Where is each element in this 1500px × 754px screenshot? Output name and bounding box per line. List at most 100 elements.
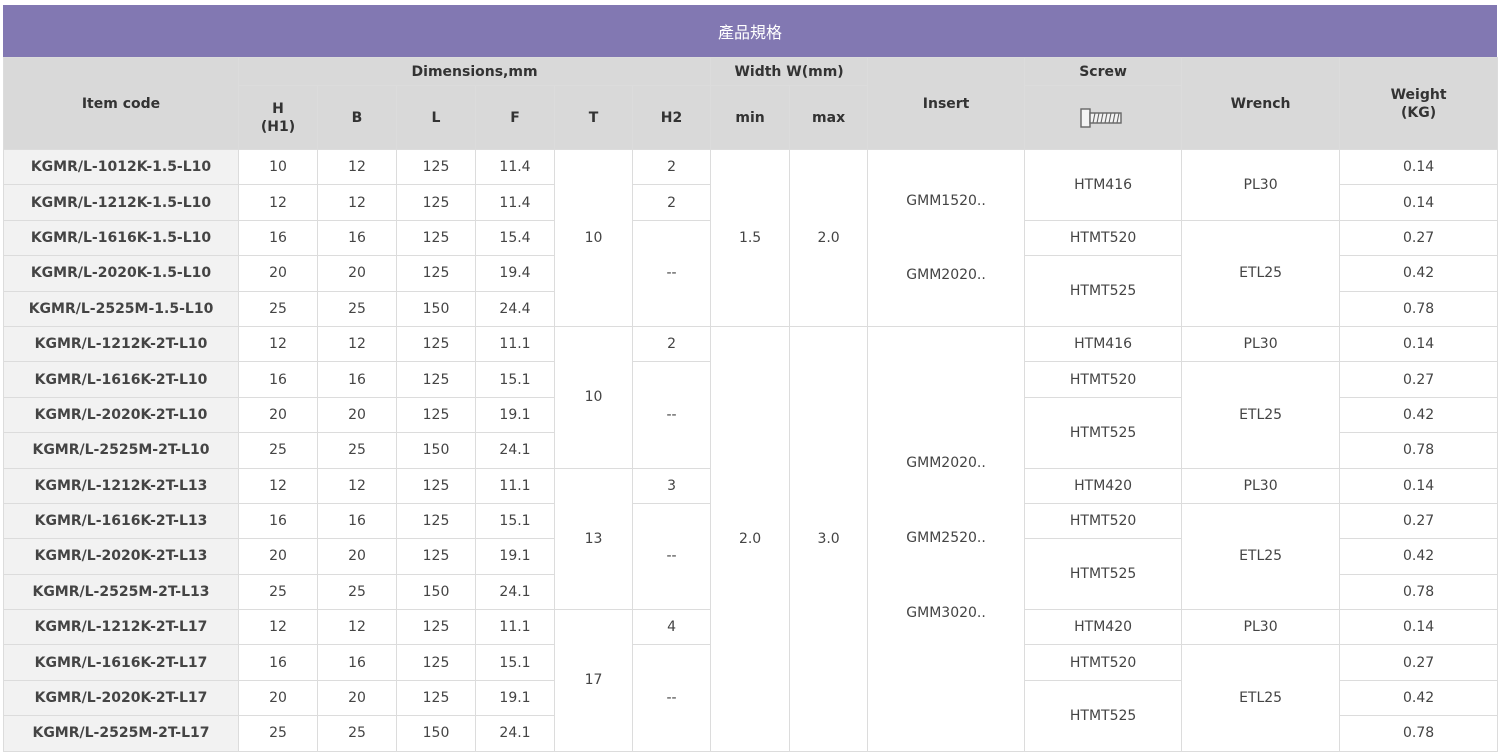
header-l: L — [396, 85, 476, 150]
cell-weight: 0.27 — [1339, 644, 1499, 681]
insert-line: GMM2020.. — [906, 266, 986, 283]
cell-weight: 0.14 — [1339, 609, 1499, 646]
cell-wrench: ETL25 — [1181, 219, 1341, 327]
cell-screw: HTMT525 — [1024, 538, 1183, 611]
cell-weight: 0.42 — [1339, 679, 1499, 717]
cell-l: 125 — [396, 609, 476, 646]
header-h-line1: H — [272, 100, 284, 117]
cell-b: 12 — [317, 609, 397, 646]
cell-l: 125 — [396, 184, 476, 221]
cell-h: 16 — [238, 361, 318, 398]
cell-h2: 2 — [631, 184, 712, 221]
cell-screw: HTM416 — [1024, 325, 1183, 363]
cell-b: 25 — [317, 290, 397, 327]
cell-f: 24.1 — [475, 432, 555, 469]
cell-b: 12 — [317, 467, 397, 504]
header-width: Width W(mm) — [710, 57, 869, 86]
insert-line: GMM1520.. — [906, 192, 986, 209]
cell-b: 12 — [317, 184, 397, 221]
header-max: max — [789, 85, 869, 150]
cell-f: 19.1 — [475, 396, 555, 434]
cell-weight: 0.14 — [1339, 148, 1499, 186]
cell-h: 12 — [238, 467, 318, 504]
cell-wrench: PL30 — [1181, 609, 1341, 646]
cell-l: 125 — [396, 219, 476, 257]
cell-l: 150 — [396, 290, 476, 327]
cell-item-code: KGMR/L-2525M-2T-L13 — [3, 573, 239, 611]
cell-l: 150 — [396, 432, 476, 469]
cell-weight: 0.14 — [1339, 467, 1499, 504]
cell-screw: HTMT520 — [1024, 644, 1183, 681]
cell-item-code: KGMR/L-1616K-2T-L13 — [3, 502, 239, 540]
cell-l: 125 — [396, 255, 476, 292]
cell-t: 10 — [554, 149, 633, 327]
header-weight-line2: (KG) — [1401, 104, 1437, 121]
cell-f: 11.1 — [475, 467, 555, 504]
header-h2: H2 — [631, 85, 712, 150]
cell-item-code: KGMR/L-2525M-2T-L10 — [3, 432, 239, 469]
cell-h2: 2 — [631, 148, 712, 186]
cell-l: 125 — [396, 325, 476, 363]
cell-f: 19.1 — [475, 679, 555, 717]
cell-item-code: KGMR/L-1616K-2T-L10 — [3, 361, 239, 398]
header-dimensions: Dimensions,mm — [237, 57, 712, 86]
cell-screw: HTMT520 — [1024, 502, 1183, 540]
cell-h: 12 — [238, 325, 318, 363]
cell-t: 10 — [554, 325, 633, 469]
header-b: B — [317, 85, 397, 150]
cell-insert: GMM1520.. GMM2020.. — [867, 149, 1026, 327]
header-t: T — [554, 85, 633, 150]
cell-f: 15.1 — [475, 361, 555, 398]
cell-h2: 4 — [631, 609, 712, 646]
cell-weight: 0.42 — [1339, 538, 1499, 575]
header-wrench: Wrench — [1181, 57, 1341, 150]
cell-b: 16 — [317, 361, 397, 398]
cell-width-min: 2.0 — [710, 325, 791, 752]
cell-weight: 0.14 — [1339, 184, 1499, 221]
cell-h: 25 — [238, 290, 318, 327]
cell-t: 13 — [554, 467, 633, 611]
cell-h: 25 — [238, 573, 318, 611]
cell-screw: HTM420 — [1024, 467, 1183, 504]
header-screw: Screw — [1024, 57, 1183, 86]
header-min: min — [710, 85, 791, 150]
cell-h: 20 — [238, 396, 318, 434]
cell-b: 25 — [317, 573, 397, 611]
header-item-code: Item code — [3, 57, 239, 150]
cell-weight: 0.78 — [1339, 715, 1499, 752]
cell-item-code: KGMR/L-2525M-1.5-L10 — [3, 290, 239, 327]
header-h-line2: (H1) — [260, 118, 296, 135]
cell-h2: -- — [631, 644, 712, 752]
cell-h2: 2 — [631, 325, 712, 363]
header-weight: Weight (KG) — [1339, 57, 1499, 150]
cell-wrench: ETL25 — [1181, 644, 1341, 752]
cell-width-max: 3.0 — [789, 325, 869, 752]
cell-b: 20 — [317, 255, 397, 292]
cell-h2: -- — [631, 502, 712, 611]
cell-screw: HTM420 — [1024, 609, 1183, 646]
insert-line: GMM2020.. — [906, 455, 986, 472]
cell-h: 12 — [238, 184, 318, 221]
insert-line: GMM3020.. — [906, 605, 986, 622]
cell-f: 11.1 — [475, 609, 555, 646]
cell-b: 12 — [317, 148, 397, 186]
cell-b: 20 — [317, 538, 397, 575]
cell-h: 20 — [238, 255, 318, 292]
cell-weight: 0.42 — [1339, 255, 1499, 292]
cell-f: 11.4 — [475, 184, 555, 221]
cell-item-code: KGMR/L-1012K-1.5-L10 — [3, 148, 239, 186]
cell-f: 11.4 — [475, 148, 555, 186]
header-insert: Insert — [867, 57, 1026, 150]
cell-l: 125 — [396, 396, 476, 434]
cell-screw: HTMT525 — [1024, 255, 1183, 327]
cell-screw: HTMT525 — [1024, 396, 1183, 469]
cell-l: 125 — [396, 148, 476, 186]
cell-b: 16 — [317, 219, 397, 257]
cell-f: 15.1 — [475, 644, 555, 681]
cell-h: 20 — [238, 679, 318, 717]
cell-width-min: 1.5 — [710, 149, 791, 327]
cell-screw: HTM416 — [1024, 149, 1183, 221]
cell-item-code: KGMR/L-1212K-2T-L10 — [3, 325, 239, 363]
header-screw-icon-cell — [1024, 85, 1183, 150]
cell-weight: 0.27 — [1339, 219, 1499, 257]
